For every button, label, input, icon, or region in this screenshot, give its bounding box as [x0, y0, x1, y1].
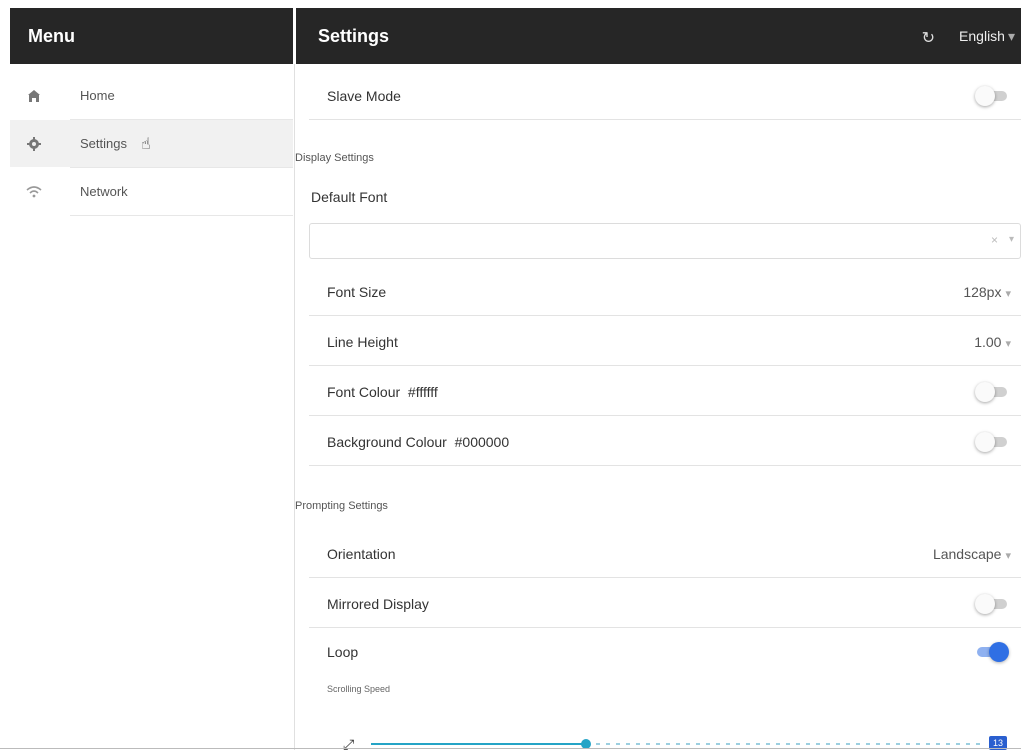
divider — [70, 215, 293, 216]
chevron-down-icon: ▾ — [1005, 549, 1011, 562]
orientation-select[interactable]: Landscape ▾ — [933, 546, 1011, 562]
refresh-icon[interactable]: ↻ — [922, 28, 935, 48]
slave-mode-row: Slave Mode — [309, 72, 1021, 120]
font-colour-toggle[interactable] — [975, 381, 1007, 402]
line-height-select[interactable]: 1.00 ▾ — [974, 334, 1011, 350]
settings-panel: Slave Mode Display Settings Default Font… — [295, 64, 1021, 752]
line-height-value: 1.00 — [974, 333, 1002, 350]
mirrored-display-row: Mirrored Display — [309, 580, 1021, 628]
language-select[interactable]: English ▾ — [959, 28, 1015, 45]
gear-icon — [24, 134, 44, 154]
orientation-value: Landscape — [932, 545, 1002, 562]
slider-track-filled — [371, 743, 586, 745]
wifi-icon — [24, 182, 44, 202]
chevron-down-icon: ▾ — [1008, 234, 1014, 245]
clear-icon[interactable]: × — [991, 233, 998, 247]
loop-toggle[interactable] — [977, 642, 1009, 662]
slider-track-empty — [585, 743, 985, 745]
setting-label: Orientation — [327, 545, 396, 562]
setting-label: Slave Mode — [327, 87, 401, 104]
sidebar-item-label: Network — [80, 184, 128, 199]
bottom-border — [0, 748, 1021, 749]
scrolling-speed-label: Scrolling Speed — [327, 684, 391, 694]
default-font-label: Default Font — [311, 189, 388, 205]
setting-label: Line Height — [327, 333, 398, 350]
menu-title: Menu — [28, 25, 75, 46]
orientation-row: Orientation Landscape ▾ — [309, 530, 1021, 578]
page-title: Settings — [318, 25, 390, 46]
slave-mode-toggle[interactable] — [975, 85, 1007, 106]
menu-header: Menu — [10, 8, 293, 64]
settings-header: Settings ↻ English ▾ — [296, 8, 1021, 64]
setting-label: Font Size — [327, 283, 387, 300]
setting-label: Mirrored Display — [327, 595, 429, 612]
setting-label: Background Colour #000000 — [327, 433, 510, 450]
default-font-select[interactable]: × ▾ — [309, 223, 1021, 259]
section-title: Prompting Settings — [295, 500, 388, 512]
font-size-row: Font Size 128px ▾ — [309, 268, 1021, 316]
background-colour-toggle[interactable] — [975, 431, 1007, 452]
line-height-row: Line Height 1.00 ▾ — [309, 318, 1021, 366]
language-value: English — [959, 28, 1005, 44]
speed-icon: ⤢ — [343, 736, 355, 752]
sidebar-item-home[interactable]: Home — [10, 72, 293, 119]
font-colour-row: Font Colour #ffffff — [309, 368, 1021, 416]
sidebar-item-label: Settings — [80, 136, 127, 151]
sidebar-item-settings[interactable]: Settings ☝ — [10, 120, 293, 167]
hand-pointer-icon: ☝ — [140, 135, 151, 153]
loop-row: Loop — [309, 628, 1021, 676]
chevron-down-icon: ▾ — [1005, 337, 1011, 350]
background-colour-row: Background Colour #000000 — [309, 418, 1021, 466]
sidebar-item-network[interactable]: Network — [10, 168, 293, 215]
font-size-select[interactable]: 128px ▾ — [963, 284, 1011, 300]
chevron-down-icon: ▾ — [1007, 28, 1015, 44]
home-icon — [24, 86, 44, 106]
section-title: Display Settings — [295, 152, 374, 164]
sidebar: Home Settings ☝ Network — [10, 64, 293, 750]
setting-label: Loop — [327, 644, 359, 660]
mirrored-display-toggle[interactable] — [975, 593, 1007, 614]
chevron-down-icon: ▾ — [1005, 287, 1011, 300]
setting-label: Font Colour #ffffff — [327, 383, 438, 400]
font-size-value: 128px — [963, 283, 1002, 300]
sidebar-item-label: Home — [80, 88, 115, 103]
